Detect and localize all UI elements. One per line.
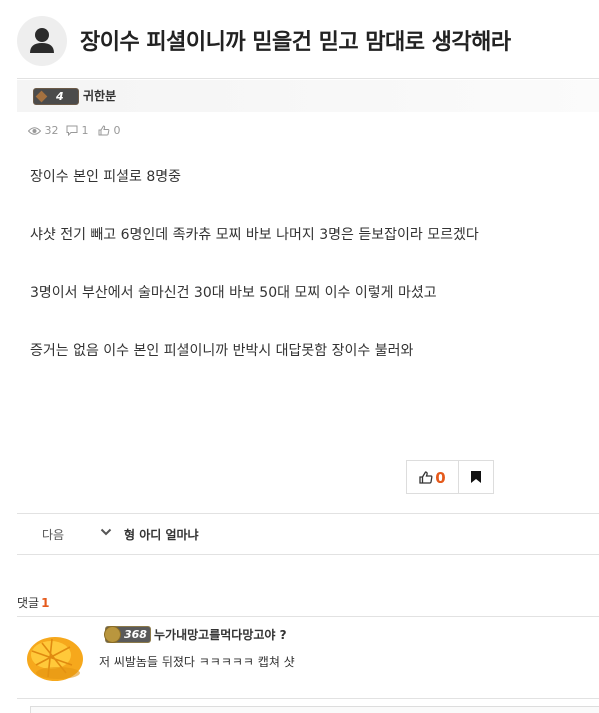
rank-medal-icon bbox=[104, 626, 121, 643]
comment-count: 1 bbox=[66, 124, 89, 138]
comments-count: 1 bbox=[41, 596, 50, 610]
like-button[interactable]: 0 bbox=[407, 461, 459, 493]
next-label: 다음 bbox=[42, 528, 65, 542]
like-count-value: 0 bbox=[113, 124, 121, 137]
divider bbox=[17, 554, 599, 555]
chevron-down-icon[interactable] bbox=[100, 527, 112, 537]
comment-text: 저 씨발놈들 뒤졌다 ㅋㅋㅋㅋㅋ 캡쳐 샷 bbox=[99, 655, 295, 669]
like-count: 0 bbox=[98, 124, 121, 138]
level-number: 4 bbox=[56, 90, 64, 103]
comments-header: 댓글 1 bbox=[17, 594, 49, 611]
vote-box: 0 bbox=[406, 460, 494, 494]
comment-count-value: 1 bbox=[81, 124, 89, 137]
thumbs-up-icon bbox=[98, 125, 110, 136]
commenter-level: 368 bbox=[124, 628, 147, 641]
author-avatar[interactable] bbox=[17, 16, 67, 66]
body-paragraph: 증거는 없음 이수 본인 피셜이니까 반박시 대답못함 장이수 불러와 bbox=[30, 343, 414, 359]
divider bbox=[17, 698, 599, 699]
comment-item: 368 누가내망고를먹다망고야 ? 저 씨발놈들 뒤졌다 ㅋㅋㅋㅋㅋ 캡쳐 샷 bbox=[17, 617, 599, 697]
like-button-count: 0 bbox=[435, 468, 446, 487]
view-count-value: 32 bbox=[44, 124, 59, 137]
commenter-name[interactable]: 누가내망고를먹다망고야 ? bbox=[154, 626, 287, 643]
body-paragraph: 샤샷 전기 빼고 6명인데 족카츄 모찌 바보 나머지 3명은 듣보잡이라 모르… bbox=[30, 227, 479, 243]
page-title: 장이수 피셜이니까 믿을건 믿고 맘대로 생각해라 bbox=[80, 30, 511, 55]
bookmark-button[interactable] bbox=[459, 461, 493, 493]
commenter-level-badge: 368 bbox=[104, 626, 151, 643]
view-count: 32 bbox=[27, 124, 59, 138]
level-badge: 4 bbox=[33, 88, 79, 105]
bookmark-icon bbox=[471, 471, 481, 483]
body-paragraph: 장이수 본인 피셜로 8명중 bbox=[30, 169, 182, 185]
mango-avatar-image bbox=[22, 625, 86, 689]
comment-icon bbox=[66, 125, 78, 137]
rank-gem-icon bbox=[35, 90, 48, 103]
divider bbox=[17, 78, 599, 79]
author-name[interactable]: 귀한분 bbox=[83, 87, 116, 104]
thumbs-up-icon bbox=[419, 471, 433, 484]
author-bar: 4 귀한분 bbox=[17, 80, 599, 112]
post-header: 장이수 피셜이니까 믿을건 믿고 맘대로 생각해라 bbox=[0, 0, 599, 78]
body-paragraph: 3명이서 부산에서 술마신건 30대 바보 50대 모찌 이수 이렇게 마셨고 bbox=[30, 285, 437, 301]
user-icon bbox=[30, 28, 54, 53]
eye-icon bbox=[27, 127, 42, 135]
next-post-title[interactable]: 형 아디 얼마냐 bbox=[124, 526, 199, 543]
next-post-nav[interactable]: 다음 형 아디 얼마냐 bbox=[17, 514, 599, 554]
comments-label: 댓글 bbox=[17, 596, 40, 610]
commenter-avatar[interactable] bbox=[22, 625, 86, 689]
